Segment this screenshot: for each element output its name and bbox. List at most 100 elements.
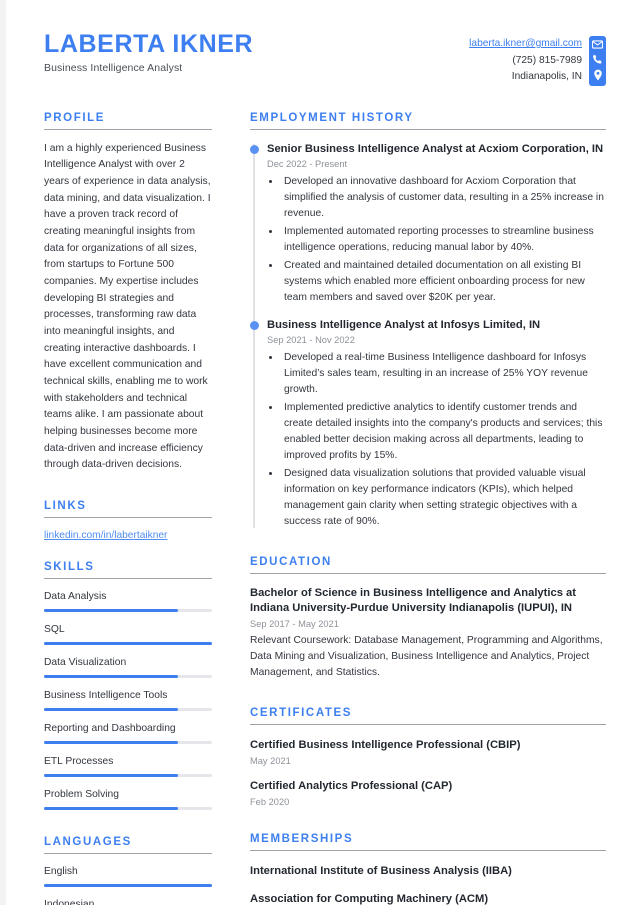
language-label: Indonesian bbox=[44, 898, 95, 905]
certificate-title: Certified Business Intelligence Professi… bbox=[250, 738, 521, 751]
job-title: Business Intelligence Analyst bbox=[44, 62, 183, 74]
list-item: Business Intelligence Tools bbox=[44, 690, 212, 711]
skills-heading: SKILLS bbox=[44, 560, 95, 573]
certificate-date: May 2021 bbox=[250, 755, 291, 766]
language-level-bar bbox=[44, 883, 212, 887]
linkedin-link[interactable]: linkedin.com/in/labertaikner bbox=[44, 530, 167, 541]
job-bullet: Developed a real-time Business Intellige… bbox=[281, 350, 606, 398]
skill-label: Data Analysis bbox=[44, 590, 107, 602]
list-item: Data Visualization bbox=[44, 657, 212, 678]
skill-level-bar bbox=[44, 674, 212, 678]
section-rule bbox=[250, 128, 606, 130]
section-rule bbox=[250, 850, 606, 852]
list-item: International Institute of Business Anal… bbox=[250, 864, 606, 879]
profile-heading: PROFILE bbox=[44, 111, 106, 124]
certificates-section: CERTIFICATES Certified Business Intellig… bbox=[250, 707, 606, 807]
section-rule bbox=[44, 516, 212, 518]
list-item: Data Analysis bbox=[44, 591, 212, 612]
phone-icon bbox=[592, 54, 603, 65]
profile-section: PROFILE I am a highly experienced Busine… bbox=[44, 112, 212, 474]
section-rule bbox=[44, 128, 212, 130]
skill-level-bar bbox=[44, 773, 212, 777]
location-pin-icon bbox=[593, 69, 603, 81]
resume-body: PROFILE I am a highly experienced Busine… bbox=[44, 112, 606, 905]
sidebar-column: PROFILE I am a highly experienced Busine… bbox=[44, 112, 226, 905]
contact-lines: laberta.ikner@gmail.com (725) 815-7989 I… bbox=[469, 36, 582, 86]
timeline-dot-icon bbox=[250, 144, 259, 154]
skill-level-fill bbox=[44, 773, 179, 777]
phone-line: (725) 815-7989 bbox=[512, 54, 582, 66]
job-bullet-list: Developed an innovative dashboard for Ac… bbox=[281, 174, 606, 306]
skill-level-bar bbox=[44, 740, 212, 744]
memberships-section: MEMBERSHIPS International Institute of B… bbox=[250, 833, 606, 905]
links-section: LINKS linkedin.com/in/labertaikner bbox=[44, 500, 212, 541]
certificate-title: Certified Analytics Professional (CAP) bbox=[250, 779, 453, 792]
skill-label: Problem Solving bbox=[44, 788, 119, 800]
list-item: Association for Computing Machinery (ACM… bbox=[250, 892, 606, 905]
email-link[interactable]: laberta.ikner@gmail.com bbox=[469, 38, 582, 49]
list-item: Business Intelligence Analyst at Infosys… bbox=[250, 318, 606, 530]
skill-level-fill bbox=[44, 641, 212, 645]
location-line: Indianapolis, IN bbox=[511, 71, 582, 83]
education-section: EDUCATION Bachelor of Science in Busines… bbox=[250, 556, 606, 681]
contact-block: laberta.ikner@gmail.com (725) 815-7989 I… bbox=[469, 30, 606, 86]
job-entry-title: Senior Business Intelligence Analyst at … bbox=[267, 142, 604, 155]
list-item: SQL bbox=[44, 624, 212, 645]
languages-section: LANGUAGES English Indonesian bbox=[44, 836, 212, 905]
section-rule bbox=[44, 577, 212, 579]
certificate-date: Feb 2020 bbox=[250, 797, 290, 808]
languages-heading: LANGUAGES bbox=[44, 835, 132, 848]
skill-level-bar bbox=[44, 806, 212, 810]
education-date: Sep 2017 - May 2021 bbox=[250, 619, 339, 629]
skill-level-bar bbox=[44, 608, 212, 612]
links-heading: LINKS bbox=[44, 499, 87, 512]
envelope-icon bbox=[592, 40, 603, 49]
list-item: Certified Business Intelligence Professi… bbox=[250, 738, 606, 766]
job-entry-date: Dec 2022 - Present bbox=[267, 159, 348, 170]
job-bullet: Implemented automated reporting processe… bbox=[281, 224, 606, 256]
skill-level-fill bbox=[44, 608, 179, 612]
contact-icon-column bbox=[589, 36, 606, 86]
skill-level-fill bbox=[44, 707, 179, 711]
list-item: Senior Business Intelligence Analyst at … bbox=[250, 142, 606, 306]
list-item: linkedin.com/in/labertaikner bbox=[44, 530, 212, 541]
list-item: Certified Analytics Professional (CAP) F… bbox=[250, 779, 606, 807]
section-rule bbox=[250, 723, 606, 725]
language-level-fill bbox=[44, 883, 212, 887]
certificates-heading: CERTIFICATES bbox=[250, 706, 353, 719]
section-rule bbox=[44, 852, 212, 854]
employment-section: EMPLOYMENT HISTORY Senior Business Intel… bbox=[250, 112, 606, 530]
profile-text: I am a highly experienced Business Intel… bbox=[44, 142, 211, 471]
skill-label: Data Visualization bbox=[44, 656, 127, 668]
list-item: Indonesian bbox=[44, 899, 212, 905]
list-item: English bbox=[44, 866, 212, 887]
job-bullet: Implemented predictive analytics to iden… bbox=[281, 400, 606, 464]
job-bullet: Developed an innovative dashboard for Ac… bbox=[281, 174, 606, 222]
membership-title: Association for Computing Machinery (ACM… bbox=[250, 893, 489, 905]
job-entry-date: Sep 2021 - Nov 2022 bbox=[267, 335, 355, 346]
education-title: Bachelor of Science in Business Intellig… bbox=[250, 586, 576, 614]
skill-level-bar bbox=[44, 641, 212, 645]
skill-level-fill bbox=[44, 740, 179, 744]
timeline-dot-icon bbox=[250, 320, 259, 330]
skill-label: ETL Processes bbox=[44, 755, 114, 767]
job-bullet: Designed data visualization solutions th… bbox=[281, 466, 606, 530]
education-description: Relevant Coursework: Database Management… bbox=[250, 635, 603, 678]
list-item: ETL Processes bbox=[44, 756, 212, 777]
language-label: English bbox=[44, 865, 78, 877]
list-item: Reporting and Dashboarding bbox=[44, 723, 212, 744]
email-line: laberta.ikner@gmail.com bbox=[469, 36, 582, 53]
employment-heading: EMPLOYMENT HISTORY bbox=[250, 111, 414, 124]
education-heading: EDUCATION bbox=[250, 555, 332, 568]
memberships-heading: MEMBERSHIPS bbox=[250, 833, 354, 846]
skills-section: SKILLS Data Analysis SQL Data Visualizat… bbox=[44, 561, 212, 810]
skill-label: SQL bbox=[44, 623, 65, 635]
page-title: LABERTA IKNER bbox=[44, 30, 254, 58]
job-bullet: Created and maintained detailed document… bbox=[281, 258, 606, 306]
skill-level-bar bbox=[44, 707, 212, 711]
main-column: EMPLOYMENT HISTORY Senior Business Intel… bbox=[226, 112, 606, 905]
job-bullet-list: Developed a real-time Business Intellige… bbox=[281, 350, 606, 529]
list-item: Bachelor of Science in Business Intellig… bbox=[250, 586, 606, 681]
skill-label: Reporting and Dashboarding bbox=[44, 722, 176, 734]
skill-label: Business Intelligence Tools bbox=[44, 689, 168, 701]
